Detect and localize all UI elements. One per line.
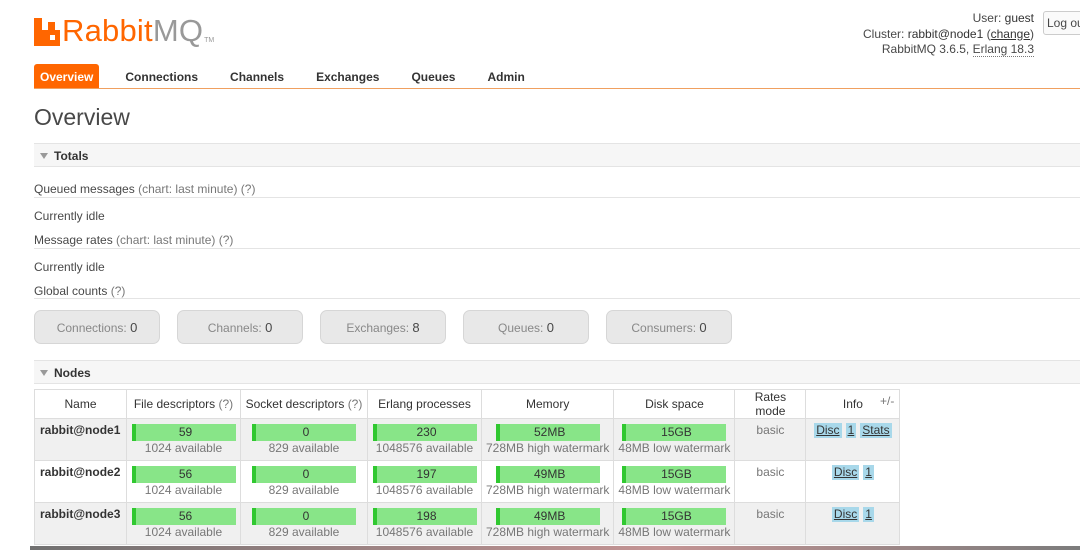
- queued-status: Currently idle: [34, 209, 105, 223]
- nodes-table: Name File descriptors (?) Socket descrip…: [34, 389, 901, 545]
- sd-bar: 0: [252, 466, 356, 483]
- tab-channels[interactable]: Channels: [214, 64, 300, 88]
- nodes-section-header[interactable]: Nodes: [34, 360, 1080, 384]
- change-cluster-link[interactable]: change: [991, 27, 1030, 41]
- version-info: RabbitMQ 3.6.5, Erlang 18.3: [881, 42, 1034, 57]
- col-disk-space: Disk space: [613, 389, 736, 419]
- disc-badge[interactable]: Disc: [814, 423, 842, 438]
- disc-badge[interactable]: Disc: [831, 465, 860, 480]
- toggle-columns-link[interactable]: +/-: [880, 394, 894, 408]
- node-name[interactable]: rabbit@node1: [34, 418, 127, 461]
- table-row[interactable]: rabbit@node2 56 1024 available 0 829 avail…: [34, 460, 901, 503]
- info-cell: Disc 1: [805, 502, 901, 545]
- cluster-info: Cluster: rabbit@node1 (change): [863, 26, 1034, 41]
- tab-admin[interactable]: Admin: [471, 64, 540, 88]
- collapse-triangle-icon: [40, 153, 48, 159]
- queued-messages-label: Queued messages (chart: last minute) (?): [34, 182, 256, 196]
- col-erlang-processes: Erlang processes: [367, 389, 482, 419]
- count-badge[interactable]: 1: [863, 507, 874, 522]
- consumers-count[interactable]: Consumers: 0: [606, 310, 732, 344]
- tab-exchanges[interactable]: Exchanges: [300, 64, 395, 88]
- tab-queues[interactable]: Queues: [395, 64, 471, 88]
- fd-bar: 59: [131, 424, 236, 441]
- tab-overview[interactable]: Overview: [34, 64, 100, 88]
- col-name: Name: [34, 389, 127, 419]
- fd-help[interactable]: (?): [219, 397, 234, 411]
- node-name[interactable]: rabbit@node2: [34, 460, 127, 503]
- table-row[interactable]: rabbit@node3 56 1024 available 0 829 avail…: [34, 502, 901, 545]
- global-counts-help[interactable]: (?): [111, 284, 126, 298]
- memory-bar: 49MB: [495, 508, 600, 525]
- rabbit-logo-icon: [34, 18, 60, 46]
- sd-help[interactable]: (?): [348, 397, 363, 411]
- tab-connections[interactable]: Connections: [109, 64, 214, 88]
- erlang-bar: 230: [372, 424, 477, 441]
- memory-bar: 52MB: [495, 424, 600, 441]
- memory-bar: 49MB: [495, 466, 600, 483]
- exchanges-count[interactable]: Exchanges: 8: [320, 310, 446, 344]
- col-rates-mode: Rates mode: [734, 389, 807, 419]
- count-badge[interactable]: 1: [845, 423, 857, 438]
- username: guest: [1004, 11, 1034, 25]
- col-memory: Memory: [480, 389, 615, 419]
- fd-bar: 56: [131, 466, 236, 483]
- info-cell: Disc 1: [805, 460, 901, 503]
- node-name[interactable]: rabbit@node3: [34, 502, 127, 545]
- rates-mode: basic: [734, 460, 807, 503]
- rabbitmq-logo[interactable]: RabbitMQ TM: [34, 12, 214, 46]
- channels-count[interactable]: Channels: 0: [177, 310, 303, 344]
- global-counts: Connections: 0 Channels: 0 Exchanges: 8 …: [34, 310, 749, 344]
- rates-status: Currently idle: [34, 260, 105, 274]
- disk-bar: 15GB: [622, 508, 727, 525]
- erlang-bar: 197: [372, 466, 477, 483]
- logo-wordmark: RabbitMQ: [62, 13, 204, 48]
- sd-bar: 0: [252, 424, 356, 441]
- message-rates-label: Message rates (chart: last minute) (?): [34, 233, 234, 247]
- erlang-version: Erlang 18.3: [972, 42, 1034, 57]
- totals-section-header[interactable]: Totals: [34, 143, 1080, 167]
- info-cell: Disc 1 Stats: [805, 418, 901, 461]
- erlang-bar: 198: [372, 508, 477, 525]
- disk-bar: 15GB: [622, 466, 727, 483]
- cluster-name: rabbit@node1: [907, 26, 984, 41]
- fd-bar: 56: [131, 508, 236, 525]
- disk-bar: 15GB: [622, 424, 727, 441]
- logout-button[interactable]: Log out: [1043, 11, 1080, 35]
- collapse-triangle-icon: [40, 370, 48, 376]
- table-row[interactable]: rabbit@node1 59 1024 available 0 829 avail…: [34, 418, 901, 461]
- col-file-descriptors: File descriptors (?): [126, 389, 241, 419]
- sd-bar: 0: [252, 508, 356, 525]
- rates-chart-options[interactable]: (chart: last minute) (?): [116, 233, 233, 247]
- queued-chart-options[interactable]: (chart: last minute) (?): [138, 182, 255, 196]
- logo-trademark: TM: [204, 37, 215, 44]
- header-info: User: guest Cluster: rabbit@node1 (chang…: [863, 11, 1034, 58]
- rates-mode: basic: [734, 502, 807, 545]
- rates-mode: basic: [734, 418, 807, 461]
- queues-count[interactable]: Queues: 0: [463, 310, 589, 344]
- page-title: Overview: [34, 104, 130, 130]
- window-bottom-edge: [30, 546, 1080, 550]
- count-badge[interactable]: 1: [863, 465, 874, 480]
- global-counts-label: Global counts (?): [34, 284, 126, 298]
- stats-badge[interactable]: Stats: [860, 423, 892, 438]
- user-info: User: guest: [972, 11, 1034, 25]
- connections-count[interactable]: Connections: 0: [34, 310, 160, 344]
- col-socket-descriptors: Socket descriptors (?): [240, 389, 368, 419]
- main-nav-tabs: Overview Connections Channels Exchanges …: [34, 64, 1080, 89]
- disc-badge[interactable]: Disc: [831, 507, 860, 522]
